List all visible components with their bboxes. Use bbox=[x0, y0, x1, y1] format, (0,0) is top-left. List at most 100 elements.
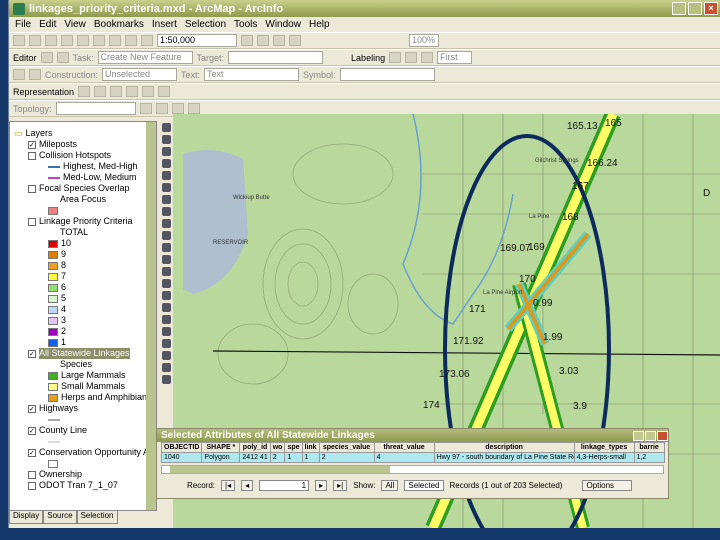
toc-item[interactable]: 2 bbox=[14, 326, 156, 337]
symbol-combo[interactable] bbox=[339, 68, 435, 81]
table-cell[interactable]: 1 bbox=[301, 452, 320, 463]
find-icon[interactable] bbox=[161, 243, 171, 252]
editor-menu[interactable]: Editor bbox=[13, 53, 37, 63]
toc-item[interactable]: 8 bbox=[14, 260, 156, 271]
column-header[interactable]: barrie bbox=[633, 442, 665, 453]
fixed-zoom-out-icon[interactable] bbox=[161, 159, 171, 168]
close-button[interactable]: × bbox=[704, 2, 718, 15]
identify-icon[interactable] bbox=[161, 231, 171, 240]
layer-checkbox[interactable] bbox=[28, 217, 36, 226]
html-popup-icon[interactable] bbox=[161, 291, 171, 300]
scale-combo[interactable]: 1:50,000 bbox=[157, 34, 237, 47]
menu-view[interactable]: View bbox=[64, 19, 86, 30]
effects-icon[interactable] bbox=[161, 339, 171, 348]
toc-item[interactable]: ✓ County Line bbox=[14, 425, 156, 436]
toc-item[interactable]: Area Focus bbox=[14, 194, 156, 205]
table-cell[interactable]: Polygon bbox=[201, 452, 241, 463]
toc-item[interactable]: Ownership bbox=[14, 469, 156, 480]
edit-tool-icon[interactable] bbox=[40, 52, 53, 63]
layer-checkbox[interactable]: ✓ bbox=[28, 448, 36, 457]
first-record-button[interactable]: |◂ bbox=[221, 480, 236, 491]
zoom-out-icon[interactable] bbox=[161, 135, 171, 144]
att-minimize-button[interactable] bbox=[633, 430, 644, 441]
label-weight-icon[interactable] bbox=[421, 52, 434, 63]
toc-scrollbar[interactable] bbox=[146, 122, 156, 510]
toc-item[interactable] bbox=[14, 458, 156, 469]
layer-checkbox[interactable] bbox=[28, 470, 36, 479]
back-icon[interactable] bbox=[161, 195, 171, 204]
toc-item[interactable]: ✓ All Statewide Linkages bbox=[14, 348, 156, 359]
table-cell[interactable]: 1040 bbox=[160, 452, 203, 463]
undo-icon[interactable] bbox=[125, 35, 137, 46]
zoom-in-icon[interactable] bbox=[161, 123, 171, 132]
column-header[interactable]: link bbox=[301, 442, 320, 453]
placement-icon[interactable] bbox=[29, 69, 41, 80]
options-button[interactable]: Options bbox=[582, 480, 633, 491]
table-cell[interactable]: 2412 41 bbox=[239, 452, 271, 463]
toc-item[interactable]: Species bbox=[14, 359, 156, 370]
topology-combo[interactable] bbox=[55, 102, 136, 115]
toc-item[interactable]: 6 bbox=[14, 282, 156, 293]
table-cell[interactable]: Hwy 97 - south boundary of La Pine State… bbox=[433, 452, 575, 463]
toc-item[interactable] bbox=[14, 436, 156, 447]
toc-item[interactable]: 1 bbox=[14, 337, 156, 348]
toc-item[interactable]: TOTAL bbox=[14, 227, 156, 238]
whats-this-icon[interactable] bbox=[289, 35, 301, 46]
swipe-icon[interactable] bbox=[161, 327, 171, 336]
paste-icon[interactable] bbox=[109, 35, 121, 46]
toc-item[interactable]: 10 bbox=[14, 238, 156, 249]
labeling-menu[interactable]: Labeling bbox=[351, 53, 385, 63]
column-header[interactable]: linkage_types bbox=[573, 442, 635, 453]
toc-item[interactable]: 5 bbox=[14, 293, 156, 304]
table-cell[interactable]: 1,2 bbox=[633, 452, 665, 463]
toc-item[interactable]: ODOT Tran 7_1_07 bbox=[14, 480, 156, 491]
rep-rule-icon[interactable] bbox=[110, 86, 123, 97]
toc-item[interactable]: 3 bbox=[14, 315, 156, 326]
next-record-button[interactable]: ▸ bbox=[315, 480, 328, 491]
toc-item[interactable]: ✓ Mileposts bbox=[14, 139, 156, 150]
select-annotation-icon[interactable] bbox=[13, 69, 25, 80]
layer-checkbox[interactable]: ✓ bbox=[28, 349, 36, 358]
column-header[interactable]: species_value bbox=[318, 442, 375, 453]
prev-record-button[interactable]: ◂ bbox=[241, 480, 254, 491]
toc-item[interactable]: Large Mammals bbox=[14, 370, 156, 381]
layer-checkbox[interactable]: ✓ bbox=[28, 404, 36, 413]
task-combo[interactable]: Create New Feature bbox=[97, 51, 193, 64]
measure-icon[interactable] bbox=[161, 255, 171, 264]
first-combo[interactable]: First bbox=[437, 51, 473, 64]
layer-checkbox[interactable]: ✓ bbox=[28, 426, 36, 435]
toc-item[interactable]: Herps and Amphibians bbox=[14, 392, 156, 403]
fix-error-icon[interactable] bbox=[171, 103, 184, 114]
table-cell[interactable]: 2 bbox=[269, 452, 286, 463]
table-cell[interactable]: 4,3-Herps-small bbox=[573, 452, 635, 463]
rep-select-icon[interactable] bbox=[78, 86, 91, 97]
menu-tools[interactable]: Tools bbox=[234, 19, 257, 30]
layer-checkbox[interactable] bbox=[28, 151, 36, 160]
topology-edit-icon[interactable] bbox=[139, 103, 152, 114]
open-icon[interactable] bbox=[29, 35, 41, 46]
time-icon[interactable] bbox=[161, 279, 171, 288]
rep-properties-icon[interactable] bbox=[158, 86, 171, 97]
menu-window[interactable]: Window bbox=[265, 19, 301, 30]
validate-icon[interactable] bbox=[155, 103, 168, 114]
column-header[interactable]: description bbox=[433, 442, 575, 453]
toc-item[interactable]: Highest, Med-High bbox=[14, 161, 156, 172]
select-icon[interactable] bbox=[161, 219, 171, 228]
layer-checkbox[interactable]: ✓ bbox=[28, 140, 36, 149]
tab-selection[interactable]: Selection bbox=[76, 510, 118, 524]
att-maximize-button[interactable] bbox=[645, 430, 656, 441]
att-close-button[interactable] bbox=[657, 430, 668, 441]
toc-item[interactable]: Small Mammals bbox=[14, 381, 156, 392]
table-cell[interactable]: 1 bbox=[284, 452, 303, 463]
toc-item[interactable]: 7 bbox=[14, 271, 156, 282]
table-cell[interactable]: 2 bbox=[318, 452, 375, 463]
toc-item[interactable]: ▭ Layers bbox=[14, 128, 156, 139]
print-icon[interactable] bbox=[61, 35, 73, 46]
viewer-icon[interactable] bbox=[161, 351, 171, 360]
last-record-button[interactable]: ▸| bbox=[333, 480, 348, 491]
rep-edit-icon[interactable] bbox=[94, 86, 107, 97]
menu-edit[interactable]: Edit bbox=[39, 19, 56, 30]
text-combo[interactable]: Text bbox=[204, 68, 300, 81]
column-header[interactable]: threat_value bbox=[373, 442, 435, 453]
add-data-icon[interactable] bbox=[141, 35, 153, 46]
